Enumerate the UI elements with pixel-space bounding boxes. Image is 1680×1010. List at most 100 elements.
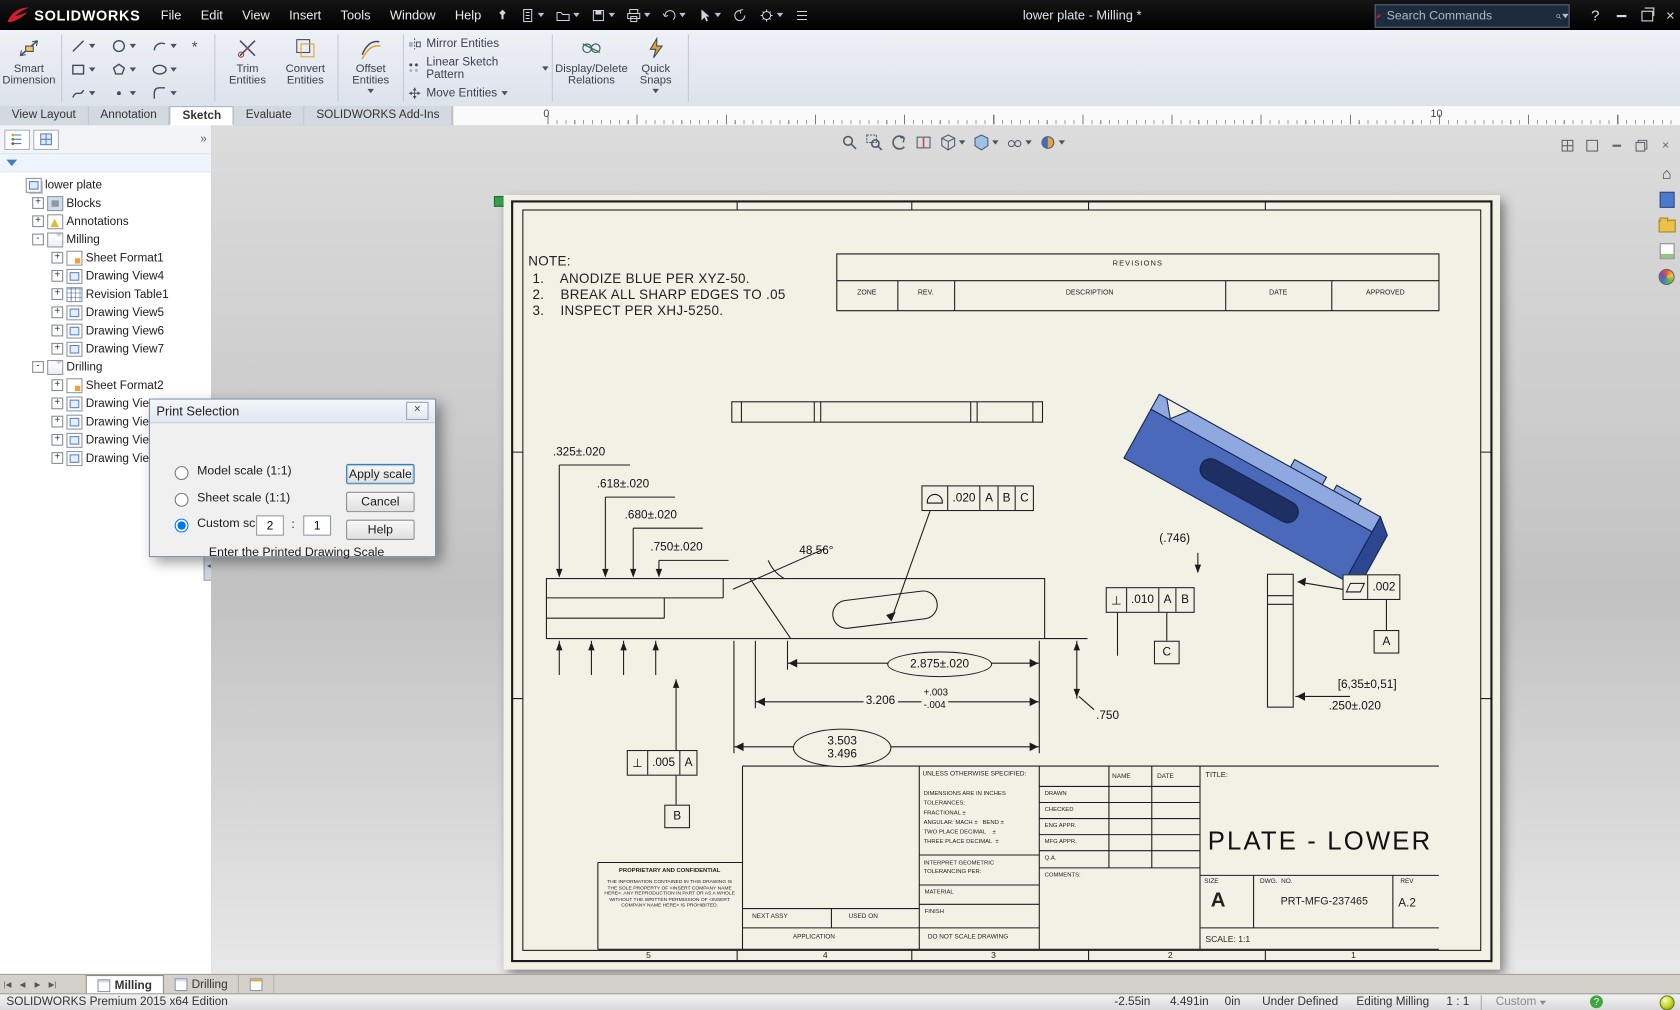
custom-scale-denominator-input[interactable] bbox=[303, 515, 331, 535]
options-gear-icon[interactable] bbox=[753, 0, 788, 30]
tree-item-drilling[interactable]: -Drilling bbox=[0, 358, 211, 376]
cancel-button[interactable]: Cancel bbox=[346, 492, 415, 512]
polygon-tool-icon[interactable] bbox=[106, 61, 147, 78]
offset-entities-button[interactable]: Offset Entities bbox=[342, 30, 400, 106]
tree-item-sheet-format2[interactable]: +Sheet Format2 bbox=[0, 376, 211, 394]
expand-toggle[interactable]: + bbox=[51, 416, 63, 428]
dimension[interactable]: 3.206 bbox=[864, 694, 898, 707]
tree-item-revision-table1[interactable]: +Revision Table1 bbox=[0, 285, 211, 303]
resource-monitor-icon[interactable] bbox=[1660, 995, 1675, 1010]
print-icon[interactable] bbox=[621, 0, 656, 30]
expand-toggle[interactable]: + bbox=[32, 215, 44, 227]
last-sheet-icon[interactable]: ▶| bbox=[45, 975, 60, 994]
top-view[interactable] bbox=[732, 402, 1043, 422]
angle-dimension[interactable]: 48.56° bbox=[799, 544, 833, 557]
point-tool-icon[interactable] bbox=[106, 85, 147, 102]
dimension[interactable]: .618±.020 bbox=[597, 478, 649, 491]
datum-feature-c[interactable]: C bbox=[1154, 641, 1180, 665]
viewport-single-icon[interactable] bbox=[1584, 137, 1600, 153]
isometric-view[interactable] bbox=[1124, 387, 1398, 588]
quick-snaps-button[interactable]: Quick Snaps bbox=[627, 30, 685, 106]
search-dropdown-icon[interactable] bbox=[1562, 14, 1568, 18]
help-button[interactable]: Help bbox=[346, 520, 415, 540]
side-view[interactable] bbox=[1268, 574, 1294, 707]
tree-item-drawing-view6[interactable]: +Drawing View6 bbox=[0, 321, 211, 339]
model-scale-radio-row[interactable]: Model scale (1:1) bbox=[169, 463, 291, 480]
move-entities-button[interactable]: Move Entities bbox=[407, 86, 548, 101]
menu-help[interactable]: Help bbox=[445, 0, 491, 30]
search-commands-box[interactable] bbox=[1375, 4, 1570, 28]
smart-dimension-button[interactable]: Smart Dimension bbox=[0, 30, 58, 106]
expand-toggle[interactable]: + bbox=[51, 343, 63, 355]
front-view[interactable] bbox=[546, 579, 1044, 639]
expand-toggle[interactable]: - bbox=[32, 234, 44, 246]
tree-item-root[interactable]: lower plate bbox=[0, 176, 211, 194]
zoom-area-icon[interactable] bbox=[866, 134, 883, 151]
ellipse-tool-icon[interactable] bbox=[147, 61, 188, 78]
dimension[interactable]: .250±.020 bbox=[1329, 700, 1381, 713]
circle-tool-icon[interactable] bbox=[106, 38, 147, 55]
print-selection-dialog[interactable]: Print Selection × Model scale (1:1) Shee… bbox=[149, 399, 436, 558]
inspection-dimension[interactable]: 2.875±.020 bbox=[887, 651, 992, 677]
expand-toggle[interactable]: + bbox=[51, 252, 63, 264]
perpendicularity-feature-control-frame[interactable]: ⊥ .005 A bbox=[627, 750, 698, 776]
doc-restore-button[interactable] bbox=[1633, 137, 1649, 153]
home-icon[interactable]: ⌂ bbox=[1658, 166, 1675, 182]
menu-insert[interactable]: Insert bbox=[279, 0, 330, 30]
inspection-dimension[interactable]: 3.503 3.496 bbox=[793, 729, 892, 768]
hide-show-items-icon[interactable] bbox=[1006, 134, 1032, 151]
dialog-titlebar[interactable]: Print Selection × bbox=[150, 400, 435, 424]
dual-dimension[interactable]: [6,35±0,51] bbox=[1316, 678, 1419, 691]
expand-toggle[interactable]: + bbox=[51, 288, 63, 300]
tree-item-annotations[interactable]: +Annotations bbox=[0, 212, 211, 230]
expand-toggle[interactable]: + bbox=[51, 434, 63, 446]
tree-item-milling[interactable]: -Milling bbox=[0, 230, 211, 248]
dimension[interactable]: .750 bbox=[1094, 709, 1121, 722]
edit-appearance-icon[interactable] bbox=[1039, 134, 1065, 151]
tree-item-blocks[interactable]: +Blocks bbox=[0, 194, 211, 212]
sheet-scale-radio[interactable] bbox=[175, 493, 189, 507]
panel-expand-icon[interactable]: » bbox=[200, 133, 207, 146]
custom-scale-radio[interactable] bbox=[175, 519, 189, 533]
flatness-feature-control-frame[interactable]: .002 bbox=[1343, 574, 1401, 600]
tree-item-drawing-view4[interactable]: +Drawing View4 bbox=[0, 267, 211, 285]
expand-toggle[interactable]: + bbox=[51, 452, 63, 464]
pin-icon[interactable] bbox=[491, 0, 515, 30]
previous-view-icon[interactable] bbox=[890, 134, 907, 151]
expand-toggle[interactable]: + bbox=[32, 197, 44, 209]
datum-feature-a[interactable]: A bbox=[1374, 630, 1400, 654]
dimension[interactable]: .325±.020 bbox=[553, 446, 605, 459]
tab-annotation[interactable]: Annotation bbox=[89, 106, 170, 125]
open-icon[interactable] bbox=[550, 0, 585, 30]
appearances-icon[interactable] bbox=[1658, 269, 1675, 285]
doc-close-button[interactable]: × bbox=[1658, 137, 1674, 153]
custom-scale-numerator-input[interactable] bbox=[256, 515, 284, 535]
section-view-icon[interactable] bbox=[915, 134, 932, 151]
help-icon[interactable]: ? bbox=[1584, 0, 1608, 30]
tree-item-drawing-view5[interactable]: +Drawing View5 bbox=[0, 303, 211, 321]
tolerance-lower[interactable]: -.004 bbox=[921, 700, 947, 711]
undo-icon[interactable] bbox=[656, 0, 691, 30]
linear-sketch-pattern-button[interactable]: Linear Sketch Pattern bbox=[407, 56, 548, 82]
dimension[interactable]: .680±.020 bbox=[625, 509, 677, 522]
rebuild-icon[interactable] bbox=[727, 0, 754, 30]
prev-sheet-icon[interactable]: ◀ bbox=[15, 975, 30, 994]
tolerance-upper[interactable]: +.003 bbox=[921, 687, 950, 698]
design-library-icon[interactable] bbox=[1658, 192, 1675, 208]
rectangle-tool-icon[interactable] bbox=[65, 61, 106, 78]
fillet-tool-icon[interactable] bbox=[147, 85, 188, 102]
expand-toggle[interactable]: + bbox=[51, 270, 63, 282]
convert-entities-button[interactable]: Convert Entities bbox=[276, 30, 334, 106]
tab-addins[interactable]: SOLIDWORKS Add-Ins bbox=[305, 106, 453, 125]
sheet-tab-milling[interactable]: Milling bbox=[86, 975, 164, 994]
custom-dropdown[interactable]: Custom bbox=[1496, 995, 1546, 1008]
dialog-close-icon[interactable]: × bbox=[406, 402, 429, 420]
first-sheet-icon[interactable]: |◀ bbox=[0, 975, 15, 994]
expand-toggle[interactable]: + bbox=[51, 379, 63, 391]
sheet-tab-drilling[interactable]: Drilling bbox=[164, 975, 240, 994]
view-orientation-icon[interactable] bbox=[940, 134, 966, 151]
mirror-entities-button[interactable]: Mirror Entities bbox=[407, 36, 548, 51]
display-delete-relations-button[interactable]: Display/Delete Relations bbox=[556, 30, 627, 106]
tab-sketch[interactable]: Sketch bbox=[170, 106, 234, 125]
expand-toggle[interactable]: + bbox=[51, 306, 63, 318]
